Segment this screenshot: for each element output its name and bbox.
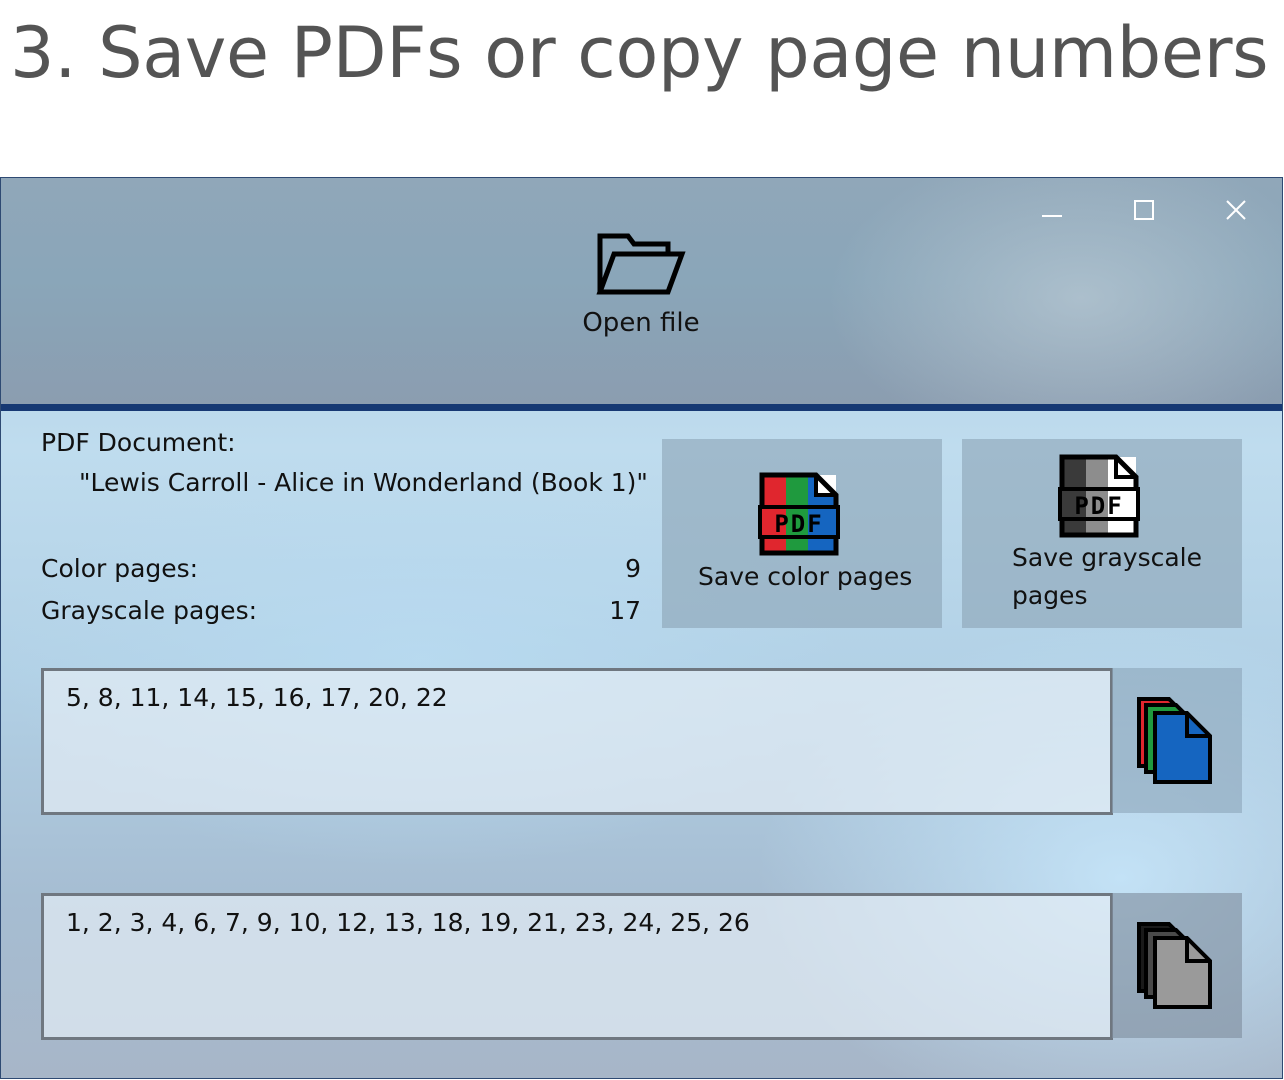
color-pages-field[interactable]: 5, 8, 11, 14, 15, 16, 17, 20, 22 [41,668,1113,815]
maximize-button[interactable] [1114,192,1174,228]
close-icon [1226,200,1246,220]
copy-color-icon [1137,697,1212,784]
folder-open-icon [596,233,686,295]
minimize-button[interactable] [1022,192,1082,228]
app-window: Open file PDF Document: "Lewis Carroll -… [0,177,1283,1079]
save-grayscale-line1: Save grayscale [1012,543,1202,572]
color-pages-count: 9 [625,554,641,583]
save-color-pages-button[interactable]: PDF Save color pages [662,439,942,628]
minimize-icon [1042,215,1062,217]
grayscale-pages-count: 17 [609,596,641,625]
maximize-icon [1134,200,1154,220]
color-pdf-icon: PDF [758,472,840,556]
copy-grayscale-pages-button[interactable] [1112,893,1242,1038]
document-name: "Lewis Carroll - Alice in Wonderland (Bo… [79,468,648,497]
caption-heading: 3. Save PDFs or copy page numbers [10,12,1269,94]
color-pages-list: 5, 8, 11, 14, 15, 16, 17, 20, 22 [66,683,448,712]
save-grayscale-line2: pages [1012,581,1088,610]
grayscale-pages-field[interactable]: 1, 2, 3, 4, 6, 7, 9, 10, 12, 13, 18, 19,… [41,893,1113,1040]
titlebar: Open file [1,178,1282,404]
color-pages-label: Color pages: [41,554,199,583]
open-file-label: Open file [582,308,700,338]
grayscale-pdf-icon: PDF [1058,454,1140,538]
copy-color-pages-button[interactable] [1112,668,1242,813]
close-button[interactable] [1206,192,1266,228]
svg-text:PDF: PDF [1074,492,1123,520]
grayscale-pages-list: 1, 2, 3, 4, 6, 7, 9, 10, 12, 13, 18, 19,… [66,908,750,937]
save-grayscale-pages-label: Save grayscale pages [1012,539,1202,615]
save-grayscale-pages-button[interactable]: PDF Save grayscale pages [962,439,1242,628]
grayscale-pages-label: Grayscale pages: [41,596,258,625]
document-heading: PDF Document: [41,428,236,457]
save-color-pages-label: Save color pages [698,562,913,591]
svg-text:PDF: PDF [774,510,823,538]
header-divider [1,404,1282,411]
open-file-button[interactable]: Open file [541,228,741,358]
copy-grayscale-icon [1137,922,1212,1009]
